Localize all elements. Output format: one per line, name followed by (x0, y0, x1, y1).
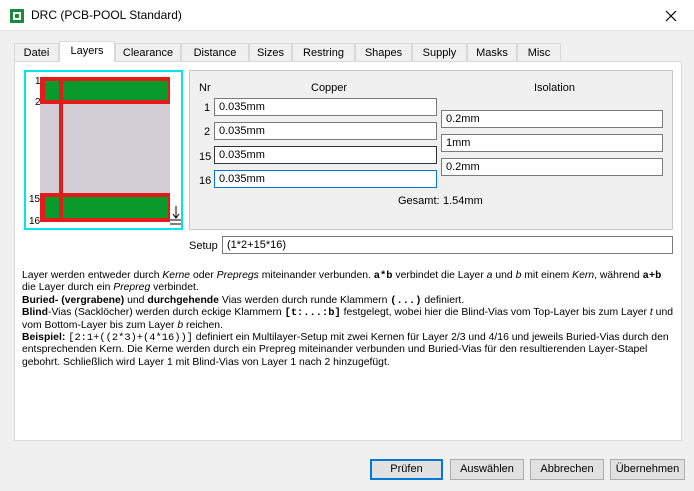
row-nr-15: 15 (199, 151, 212, 163)
tab-shapes[interactable]: Shapes (355, 43, 412, 62)
setup-input[interactable]: (1*2+15*16) (222, 236, 673, 254)
tab-datei[interactable]: Datei (14, 43, 59, 62)
help-paragraph-3: Blind-Vias (Sacklöcher) werden durch eck… (22, 307, 674, 331)
isolation-field-1[interactable]: 0.2mm (441, 110, 663, 128)
copper-header: Copper (311, 82, 348, 94)
copper-field-16[interactable]: 0.035mm (214, 170, 437, 188)
window-title: DRC (PCB-POOL Standard) (31, 8, 182, 22)
uebernehmen-button[interactable]: Übernehmen (610, 459, 685, 480)
tab-sizes[interactable]: Sizes (249, 43, 292, 62)
pruefen-button[interactable]: Prüfen (370, 459, 443, 480)
copper-field-2[interactable]: 0.035mm (214, 122, 437, 140)
auswaehlen-button[interactable]: Auswählen (450, 459, 524, 480)
stack-label-1: 1 (35, 76, 41, 87)
close-button[interactable] (648, 0, 694, 31)
gesamt-label: Gesamt: (398, 195, 440, 207)
isolation-header: Isolation (534, 82, 575, 94)
row-nr-1: 1 (204, 102, 211, 114)
stack-label-2: 2 (35, 97, 41, 108)
tab-layers[interactable]: Layers (59, 41, 115, 62)
row-nr-2: 2 (204, 126, 211, 138)
isolation-field-3[interactable]: 0.2mm (441, 158, 663, 176)
tab-clearance[interactable]: Clearance (115, 43, 181, 62)
help-paragraph-2: Buried- (vergrabene) und durchgehende Vi… (22, 294, 465, 307)
tab-distance[interactable]: Distance (181, 43, 249, 62)
tab-restring[interactable]: Restring (292, 43, 355, 62)
help-paragraph-1: Layer werden entweder durch Kerne oder P… (22, 270, 662, 294)
help-paragraph-4: Beispiel: [2:1+((2*3)+(4*16))] definiert… (22, 332, 669, 368)
isolation-field-2[interactable]: 1mm (441, 134, 663, 152)
close-icon (665, 10, 677, 21)
row-nr-16: 16 (199, 175, 212, 187)
copper-field-15[interactable]: 0.035mm (214, 146, 437, 164)
app-icon (10, 9, 24, 23)
tab-supply[interactable]: Supply (412, 43, 467, 62)
setup-label: Setup (189, 240, 218, 252)
layer-stack-preview: 1 2 15 16 (24, 70, 183, 230)
title-bar: DRC (PCB-POOL Standard) (0, 0, 694, 31)
nr-header: Nr (199, 82, 211, 94)
copper-field-1[interactable]: 0.035mm (214, 98, 437, 116)
layer-stack-graphic (40, 77, 181, 225)
stack-label-16: 16 (29, 216, 41, 227)
help-text: Layer werden entweder durch Kerne oder P… (22, 270, 674, 369)
stack-label-15: 15 (29, 194, 41, 205)
gesamt-value: 1.54mm (443, 195, 483, 207)
tab-masks[interactable]: Masks (467, 43, 517, 62)
abbrechen-button[interactable]: Abbrechen (530, 459, 604, 480)
tab-misc[interactable]: Misc (517, 43, 561, 62)
